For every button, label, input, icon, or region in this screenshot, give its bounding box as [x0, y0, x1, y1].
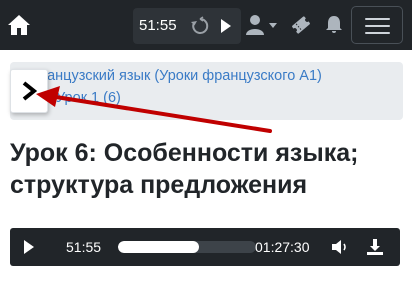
sidebar-toggle-button[interactable] — [10, 69, 48, 113]
mini-player-time: 51:55 — [139, 17, 177, 34]
volume-icon[interactable] — [330, 238, 350, 256]
download-icon[interactable] — [364, 236, 386, 258]
play-icon[interactable] — [217, 16, 235, 36]
user-icon — [246, 15, 277, 35]
hamburger-icon — [365, 18, 390, 20]
page-title: Урок 6: Особенности языка; структура пре… — [10, 139, 359, 199]
audio-progress-bar[interactable] — [118, 241, 256, 253]
bell-icon[interactable] — [323, 13, 345, 37]
hamburger-menu-button[interactable] — [351, 6, 403, 44]
audio-duration: 01:27:30 — [255, 239, 310, 255]
top-navbar: 51:55 — [0, 0, 412, 50]
breadcrumb-course-link[interactable]: Французский язык (Уроки французского A1) — [28, 66, 322, 86]
audio-current-time: 51:55 — [66, 239, 102, 255]
chevron-right-icon — [22, 81, 37, 101]
audio-progress-fill — [118, 241, 200, 253]
breadcrumb-lesson-link[interactable]: Урок 1 (6) — [56, 88, 121, 108]
audio-player: 51:55 01:27:30 — [10, 228, 400, 266]
play-icon[interactable] — [20, 237, 38, 257]
caret-down-icon — [269, 23, 277, 28]
ticket-icon[interactable] — [288, 12, 314, 38]
page: 51:55 Французский язык (Уроки французско… — [0, 0, 412, 282]
user-menu-button[interactable] — [244, 13, 280, 37]
rotate-icon[interactable] — [189, 15, 211, 37]
home-icon[interactable] — [6, 12, 32, 38]
mini-player: 51:55 — [133, 8, 241, 44]
breadcrumb: Французский язык (Уроки французского A1)… — [10, 62, 403, 120]
